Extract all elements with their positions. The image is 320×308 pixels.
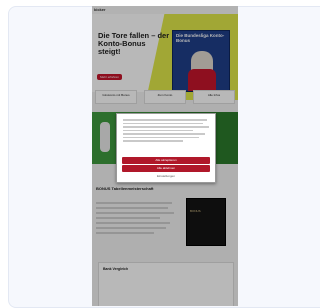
cookie-consent-dialog: Alle akzeptieren Alle ablehnen Einstellu… xyxy=(116,113,216,183)
reject-all-button[interactable]: Alle ablehnen xyxy=(122,165,210,172)
consent-text xyxy=(123,119,209,144)
accept-all-button[interactable]: Alle akzeptieren xyxy=(122,157,210,164)
settings-link[interactable]: Einstellungen xyxy=(122,173,210,180)
